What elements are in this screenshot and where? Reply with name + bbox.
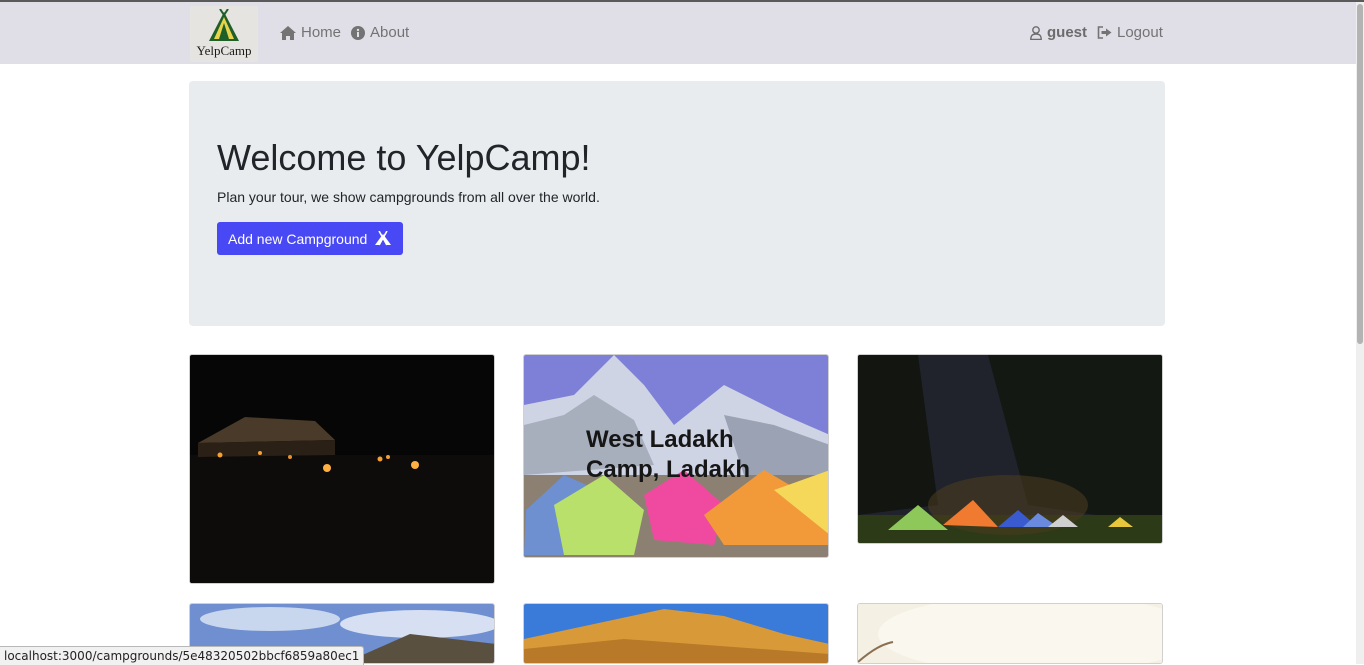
nav-home-link[interactable]: Home	[280, 24, 341, 41]
campground-image	[858, 604, 1162, 663]
link-status-bar: localhost:3000/campgrounds/5e48320502bbc…	[0, 646, 365, 665]
add-campground-button[interactable]: Add new Campground	[217, 222, 404, 255]
user-icon	[1030, 25, 1042, 40]
campground-image	[858, 355, 1162, 543]
campground-card[interactable]	[857, 603, 1163, 664]
nav-user-label: guest	[1047, 24, 1088, 41]
nav-about-link[interactable]: About	[351, 24, 409, 41]
add-campground-label: Add new Campground	[228, 230, 368, 247]
campground-icon	[375, 231, 392, 246]
nav-logout-label: Logout	[1117, 24, 1163, 41]
page-title: Welcome to YelpCamp!	[217, 137, 591, 178]
campground-card[interactable]	[857, 354, 1163, 544]
brand-name: YelpCamp	[196, 43, 252, 58]
nav-logout-link[interactable]: Logout	[1097, 24, 1163, 41]
nav-home-label: Home	[301, 24, 342, 41]
nav-user-link[interactable]: guest	[1030, 24, 1087, 41]
page-subtitle: Plan your tour, we show campgrounds from…	[217, 189, 600, 205]
brand-logo[interactable]: YelpCamp	[190, 6, 258, 62]
info-icon	[351, 25, 365, 40]
sign-out-icon	[1097, 26, 1112, 39]
campground-card[interactable]	[189, 354, 495, 584]
home-icon	[280, 25, 296, 40]
navbar: YelpCamp Home About guest Logout	[0, 2, 1356, 64]
nav-about-label: About	[370, 24, 410, 41]
campground-card[interactable]: West Ladakh Camp, Ladakh	[523, 354, 829, 558]
campground-caption: West Ladakh Camp, Ladakh	[586, 426, 751, 483]
campground-image	[190, 355, 494, 583]
tent-logo-icon	[209, 9, 239, 41]
campground-image	[524, 604, 828, 663]
scrollbar-thumb[interactable]	[1357, 4, 1363, 344]
campground-card[interactable]	[523, 603, 829, 664]
jumbotron: Welcome to YelpCamp! Plan your tour, we …	[189, 81, 1165, 326]
